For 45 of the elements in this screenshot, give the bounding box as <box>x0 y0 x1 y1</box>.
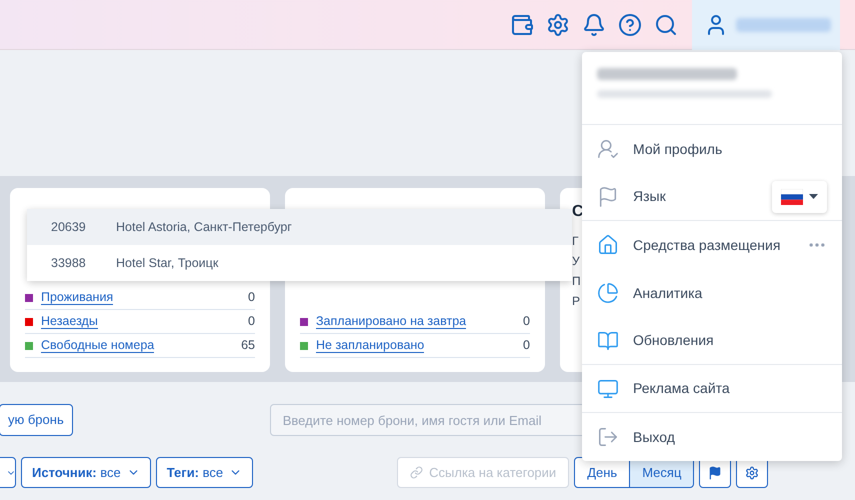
menu-item[interactable]: Обновления <box>597 330 714 352</box>
bell-icon[interactable] <box>582 12 606 36</box>
hotel-option[interactable]: 33988 Hotel Star, Троицк <box>27 245 572 281</box>
caret-icon <box>809 194 818 199</box>
settings-icon <box>745 466 760 480</box>
menu-item[interactable]: Мой профиль <box>597 138 722 160</box>
status-link[interactable]: Не запланировано <box>316 338 424 353</box>
pie-chart-icon <box>597 282 619 304</box>
flag-icon <box>597 186 619 208</box>
user-check-icon <box>597 138 619 160</box>
menu-item[interactable]: Аналитика <box>597 282 702 304</box>
card-line: Г <box>572 233 578 250</box>
status-count: 0 <box>523 313 530 330</box>
card-title: С <box>572 202 584 222</box>
menu-item[interactable]: Язык <box>597 186 666 208</box>
menu-item[interactable]: Выход <box>597 426 675 448</box>
settings-icon[interactable] <box>546 12 570 36</box>
logout-icon <box>597 426 619 448</box>
wallet-icon[interactable] <box>510 12 534 36</box>
card-line: У <box>572 253 580 270</box>
house-icon <box>597 234 619 256</box>
flag-icon <box>708 466 722 480</box>
russian-flag-icon <box>781 188 803 204</box>
monitor-icon <box>597 378 619 400</box>
link-icon <box>410 466 424 479</box>
filter-dropdown[interactable]: Теги: все <box>156 457 254 488</box>
search-icon[interactable] <box>654 12 678 36</box>
card-line: Р <box>572 293 580 310</box>
card-line: П <box>572 273 581 290</box>
status-link[interactable]: Проживания <box>41 290 114 305</box>
help-icon[interactable] <box>618 12 642 36</box>
status-link[interactable]: Незаезды <box>41 314 98 329</box>
menu-item[interactable]: Реклама сайта <box>597 378 730 400</box>
filter-dropdown[interactable]: Источник: все <box>21 457 151 488</box>
new-booking-button[interactable]: ую бронь <box>0 404 73 436</box>
status-link[interactable]: Запланировано на завтра <box>316 314 466 329</box>
filter-dropdown[interactable] <box>0 457 16 488</box>
status-count: 0 <box>248 289 255 306</box>
hotel-option[interactable]: 20639 Hotel Astoria, Санкт-Петербург <box>27 209 572 245</box>
status-count: 0 <box>523 337 530 354</box>
menu-item[interactable]: Средства размещения <box>597 234 780 256</box>
book-icon <box>597 330 619 352</box>
status-count: 65 <box>241 337 255 354</box>
status-count: 0 <box>248 313 255 330</box>
status-link[interactable]: Свободные номера <box>41 338 154 353</box>
